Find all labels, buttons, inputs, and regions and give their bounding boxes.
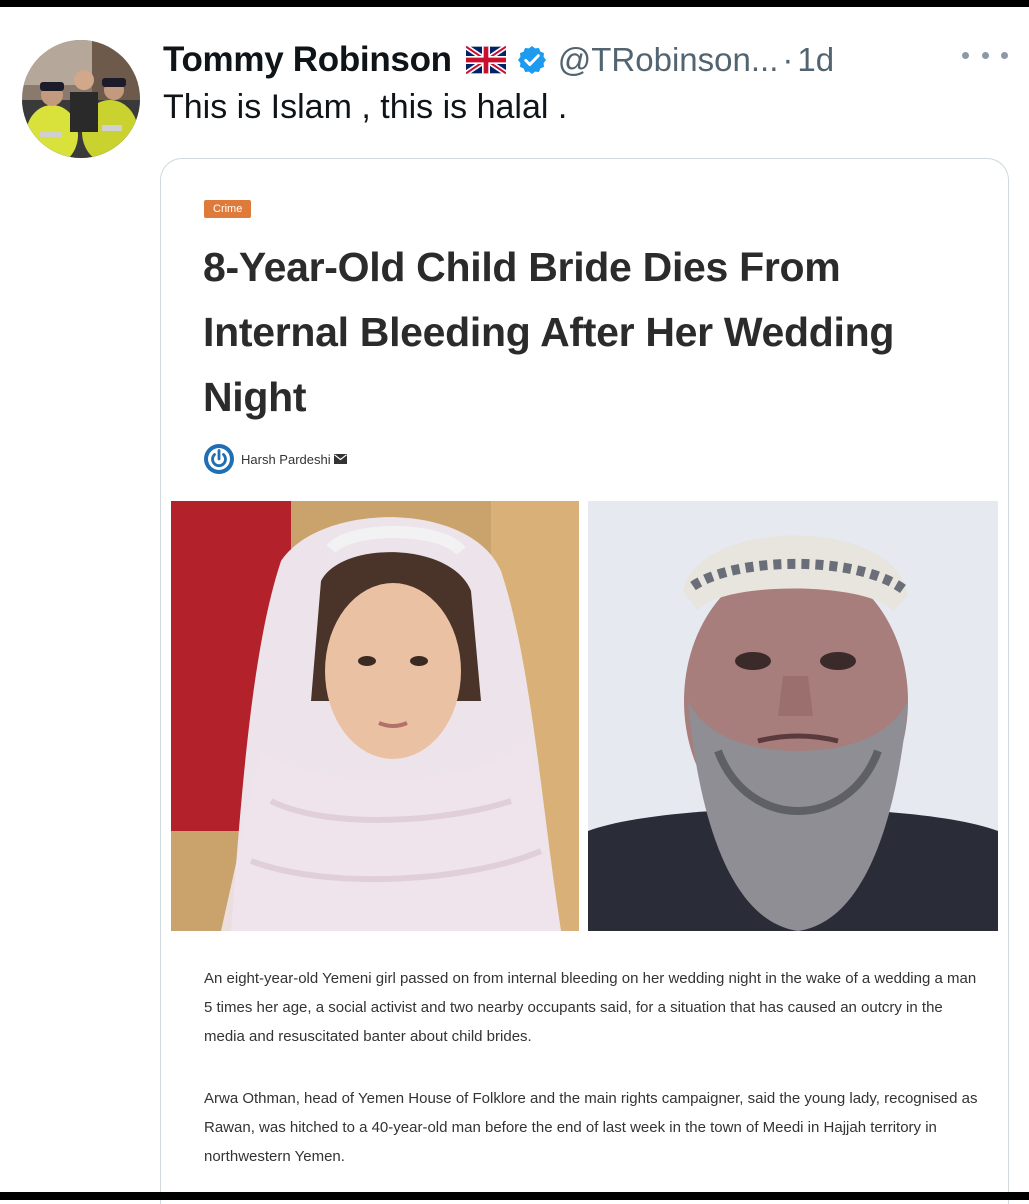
tweet-timestamp[interactable]: 1d	[797, 41, 834, 79]
verified-badge-icon	[516, 44, 548, 76]
category-badge[interactable]: Crime	[204, 200, 252, 218]
article-paragraph-1: An eight-year-old Yemeni girl passed on …	[204, 970, 977, 1045]
bottom-black-bar	[0, 1192, 1029, 1200]
uk-flag-icon	[465, 46, 506, 74]
child-bride-photo	[171, 501, 579, 931]
groom-photo	[588, 501, 998, 931]
mail-icon[interactable]	[333, 454, 347, 464]
author-name[interactable]: Harsh Pardeshi	[241, 452, 331, 467]
author-byline: Harsh Pardeshi	[203, 443, 347, 475]
user-handle[interactable]: @TRobinson...	[558, 41, 779, 79]
display-name[interactable]: Tommy Robinson	[163, 40, 452, 80]
article-headline[interactable]: 8-Year-Old Child Bride Dies From Interna…	[203, 235, 983, 430]
more-options-icon[interactable]	[962, 40, 1008, 70]
tweet-header: Tommy Robinson @TRobinson... · 1d	[163, 38, 834, 82]
article-card[interactable]: Crime 8-Year-Old Child Bride Dies From I…	[160, 158, 1009, 1204]
power-logo-icon	[204, 444, 234, 474]
article-paragraph-2: Arwa Othman, head of Yemen House of Folk…	[204, 1090, 978, 1165]
profile-avatar[interactable]	[22, 40, 140, 158]
separator-dot: ·	[782, 41, 794, 78]
top-black-bar	[0, 0, 1029, 7]
tweet-text: This is Islam , this is halal .	[163, 88, 568, 126]
